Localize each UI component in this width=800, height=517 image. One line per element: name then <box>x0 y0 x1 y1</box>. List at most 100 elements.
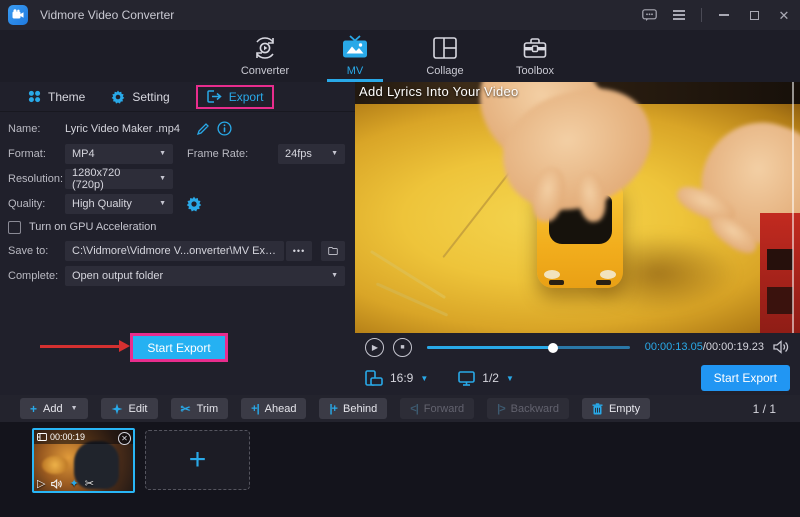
nav-mv[interactable]: MV <box>323 30 387 82</box>
ahead-button[interactable]: +| Ahead <box>241 398 306 419</box>
aspect-ratio-select[interactable]: 16:9 ▼ <box>365 370 428 386</box>
clip-play-icon[interactable]: ▷ <box>37 477 45 490</box>
preview-panel: Add Lyrics Into Your Video ▶ ■ 00:00:13.… <box>355 82 800 395</box>
nav-toolbox-label: Toolbox <box>516 65 554 77</box>
trim-button[interactable]: ✂ Trim <box>171 398 229 419</box>
start-export-button-panel[interactable]: Start Export <box>130 333 228 362</box>
nav-converter[interactable]: Converter <box>233 30 297 82</box>
tab-theme[interactable]: Theme <box>28 90 85 104</box>
complete-select[interactable]: Open output folder ▼ <box>65 266 345 286</box>
behind-icon: |+ <box>329 403 337 415</box>
resolution-select[interactable]: 1280x720 (720p) ▼ <box>65 169 173 189</box>
aspect-ratio-value: 16:9 <box>390 371 413 385</box>
add-clip-slot[interactable]: + <box>145 430 250 490</box>
framerate-select[interactable]: 24fps ▼ <box>278 144 345 164</box>
chevron-down-icon: ▼ <box>159 150 166 157</box>
nav-toolbox[interactable]: Toolbox <box>503 30 567 82</box>
video-preview[interactable]: Add Lyrics Into Your Video <box>355 82 800 333</box>
play-button[interactable]: ▶ <box>365 338 384 357</box>
clip-trim-scissors-icon[interactable]: ✂ <box>85 477 94 490</box>
forward-label: Forward <box>424 403 464 415</box>
gpu-label: Turn on GPU Acceleration <box>29 221 156 233</box>
behind-label: Behind <box>343 403 377 415</box>
minimize-button[interactable] <box>716 7 732 23</box>
menu-icon[interactable] <box>671 7 687 23</box>
chevron-down-icon: ▼ <box>506 374 514 383</box>
scene-edge-line <box>792 82 794 333</box>
remove-clip-button[interactable]: ✕ <box>118 432 131 445</box>
clip-counter: 1 / 1 <box>753 402 776 416</box>
saveto-row: Save to: C:\Vidmore\Vidmore V...onverter… <box>0 238 355 263</box>
plus-icon: + <box>30 402 37 416</box>
backward-label: Backward <box>511 403 559 415</box>
ahead-icon: +| <box>251 403 259 415</box>
info-icon[interactable] <box>216 120 234 138</box>
resolution-row: Resolution: 1280x720 (720p) ▼ <box>0 166 355 191</box>
volume-icon[interactable] <box>773 340 790 354</box>
titlebar-divider <box>701 8 702 22</box>
car-grill <box>549 280 564 285</box>
clip-edit-star-icon[interactable]: ✦ <box>69 477 78 490</box>
window-title: Vidmore Video Converter <box>40 8 174 22</box>
format-row: Format: MP4 ▼ Frame Rate: 24fps ▼ <box>0 141 355 166</box>
browse-button[interactable]: ••• <box>286 241 312 261</box>
screen-icon <box>458 371 475 386</box>
add-button[interactable]: + Add ▼ <box>20 398 88 419</box>
stop-button[interactable]: ■ <box>393 338 412 357</box>
forward-button[interactable]: <| Forward <box>400 398 474 419</box>
behind-button[interactable]: |+ Behind <box>319 398 387 419</box>
time-total: /00:00:19.23 <box>703 341 764 353</box>
time-current: 00:00:13.05 <box>645 341 703 353</box>
complete-value: Open output folder <box>72 270 163 282</box>
export-icon <box>207 90 222 103</box>
tab-setting[interactable]: Setting <box>111 90 169 104</box>
trim-label: Trim <box>197 403 219 415</box>
nav-collage[interactable]: Collage <box>413 30 477 82</box>
car-grill <box>596 280 611 285</box>
saveto-path-field[interactable]: C:\Vidmore\Vidmore V...onverter\MV Expor… <box>65 241 284 261</box>
format-select[interactable]: MP4 ▼ <box>65 144 173 164</box>
gpu-checkbox[interactable] <box>8 221 21 234</box>
complete-label: Complete: <box>8 270 65 282</box>
rename-pencil-icon[interactable] <box>194 120 212 138</box>
quality-select[interactable]: High Quality ▼ <box>65 194 173 214</box>
timeline-area: 00:00:19 ✕ ▷ ✦ ✂ + <box>0 422 800 517</box>
tab-export-label: Export <box>229 90 264 104</box>
feedback-icon[interactable] <box>641 7 657 23</box>
playback-controls: ▶ ■ 00:00:13.05/00:00:19.23 <box>355 333 800 361</box>
edit-label: Edit <box>129 403 148 415</box>
gpu-row: Turn on GPU Acceleration <box>0 216 355 238</box>
screen-select[interactable]: 1/2 ▼ <box>458 371 514 386</box>
clip-volume-icon[interactable] <box>51 479 63 489</box>
start-export-button-preview[interactable]: Start Export <box>701 365 790 391</box>
edit-button[interactable]: Edit <box>101 398 158 419</box>
progress-slider[interactable] <box>427 340 630 354</box>
export-form: Name: Lyric Video Maker .mp4 Format: MP4… <box>0 112 355 288</box>
quality-settings-gear-icon[interactable] <box>185 195 203 213</box>
chevron-down-icon: ▼ <box>159 200 166 207</box>
quality-row: Quality: High Quality ▼ <box>0 191 355 216</box>
tab-theme-label: Theme <box>48 90 85 104</box>
open-folder-button[interactable] <box>321 241 345 261</box>
empty-label: Empty <box>609 403 640 415</box>
slider-thumb[interactable] <box>548 343 558 353</box>
name-row: Name: Lyric Video Maker .mp4 <box>0 116 355 141</box>
framerate-label: Frame Rate: <box>187 148 248 160</box>
saveto-path-value: C:\Vidmore\Vidmore V...onverter\MV Expor… <box>72 245 277 257</box>
title-bar: Vidmore Video Converter ✕ <box>0 0 800 30</box>
close-icon: ✕ <box>121 434 128 443</box>
theme-icon <box>28 90 41 103</box>
maximize-button[interactable] <box>746 7 762 23</box>
app-logo-icon <box>8 5 28 25</box>
nav-collage-label: Collage <box>426 65 463 77</box>
backward-icon: |> <box>497 403 505 415</box>
complete-row: Complete: Open output folder ▼ <box>0 263 355 288</box>
backward-button[interactable]: |> Backward <box>487 398 569 419</box>
main-nav: Converter MV Collage Toolbox <box>0 30 800 82</box>
forward-icon: <| <box>410 403 418 415</box>
clip-thumbnail[interactable]: 00:00:19 ✕ ▷ ✦ ✂ <box>32 428 135 493</box>
converter-icon <box>252 35 278 61</box>
tab-export[interactable]: Export <box>196 85 275 109</box>
empty-button[interactable]: Empty <box>582 398 650 419</box>
close-button[interactable]: ✕ <box>776 7 792 23</box>
